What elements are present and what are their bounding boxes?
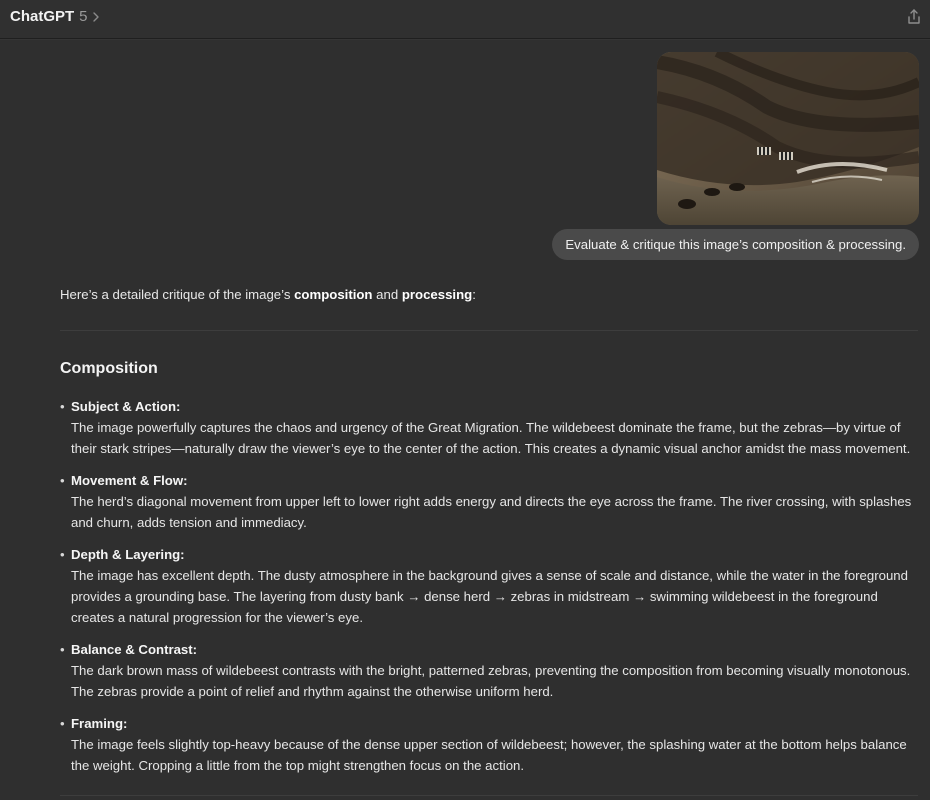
model-name: ChatGPT <box>10 8 75 25</box>
intro-bold-processing: processing <box>401 287 473 302</box>
intro-prefix: Here’s a detailed critique of the image’… <box>60 287 295 302</box>
list-item: • Subject & Action: The image powerfully… <box>60 396 920 459</box>
bullet-body: The image has excellent depth. The dusty… <box>71 568 908 625</box>
bullet-marker: • <box>60 473 65 488</box>
wildebeest-migration-photo <box>657 52 919 225</box>
intro-bold-composition: composition <box>294 287 373 302</box>
bullet-marker: • <box>60 399 65 414</box>
list-item: • Depth & Layering: The image has excell… <box>60 544 920 628</box>
chevron-right-icon <box>92 11 99 22</box>
intro-mid: and <box>372 287 402 302</box>
bullet-body: The dark brown mass of wildebeest contra… <box>71 663 911 699</box>
assistant-intro: Here’s a detailed critique of the image’… <box>60 287 476 302</box>
section-divider <box>60 330 918 331</box>
list-item: • Framing: The image feels slightly top-… <box>60 713 920 776</box>
top-bar: ChatGPT 5 <box>0 0 930 39</box>
bullet-title: Subject & Action: <box>71 399 181 414</box>
bullet-marker: • <box>60 642 65 657</box>
section-divider <box>60 795 918 796</box>
intro-suffix: : <box>472 287 476 302</box>
bullet-marker: • <box>60 547 65 562</box>
model-version: 5 <box>79 8 88 25</box>
share-icon[interactable] <box>906 8 922 26</box>
bullet-marker: • <box>60 716 65 731</box>
list-item: • Balance & Contrast: The dark brown mas… <box>60 639 920 702</box>
bullet-list: • Subject & Action: The image powerfully… <box>60 396 920 787</box>
model-switcher-button[interactable]: ChatGPT 5 <box>10 8 101 25</box>
list-item: • Movement & Flow: The herd’s diagonal m… <box>60 470 920 533</box>
section-heading: Composition <box>60 360 158 377</box>
user-uploaded-image[interactable] <box>657 52 919 225</box>
bullet-body: The image feels slightly top-heavy becau… <box>71 737 907 773</box>
bullet-title: Framing: <box>71 716 128 731</box>
bullet-title: Balance & Contrast: <box>71 642 198 657</box>
bullet-body: The herd’s diagonal movement from upper … <box>71 494 912 530</box>
bullet-title: Depth & Layering: <box>71 547 185 562</box>
bullet-body: The image powerfully captures the chaos … <box>71 420 911 456</box>
bullet-title: Movement & Flow: <box>71 473 188 488</box>
user-message-bubble: Evaluate & critique this image’s composi… <box>552 229 919 260</box>
